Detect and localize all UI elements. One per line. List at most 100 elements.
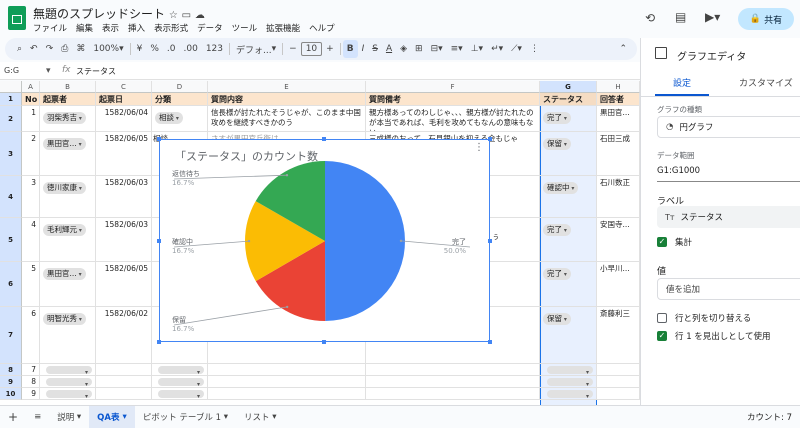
empty-dropdown-chip[interactable]	[547, 366, 593, 374]
cell-date[interactable]: 1582/06/02	[96, 307, 152, 364]
cell-notes[interactable]	[366, 376, 540, 388]
more-tools-icon[interactable]: ⋮	[526, 40, 543, 58]
cell-no[interactable]: 1	[22, 106, 40, 132]
column-header-a[interactable]: A	[22, 81, 40, 93]
header-cell-notes[interactable]: 質問備考	[366, 93, 540, 106]
font-size-increase[interactable]: +	[322, 40, 338, 58]
cell-submitter[interactable]: 毛利輝元	[40, 218, 96, 262]
header-cell-category[interactable]: 分類	[152, 93, 208, 106]
dropdown-chip[interactable]: 徳川家康	[43, 182, 86, 194]
text-rotate-icon[interactable]: ⟋▾	[507, 40, 526, 58]
switch-rows-columns-row[interactable]: 行と列を切り替える	[657, 312, 751, 324]
star-icon[interactable]: ☆	[169, 10, 178, 21]
cell-date[interactable]	[96, 364, 152, 376]
cell-notes[interactable]	[366, 364, 540, 376]
status-chip[interactable]: 完了	[543, 224, 571, 236]
cell-answerer[interactable]: 石川数正	[597, 176, 640, 218]
comment-icon[interactable]: ▤	[675, 10, 686, 24]
fill-color-icon[interactable]: ◈	[396, 40, 411, 58]
cell-status[interactable]: 保留	[540, 132, 597, 176]
menu-help[interactable]: ヘルプ	[309, 22, 335, 34]
text-color-button[interactable]: A	[382, 40, 396, 58]
cell-date[interactable]	[96, 376, 152, 388]
cell-status[interactable]	[540, 364, 597, 376]
increase-decimal-button[interactable]: .00	[180, 40, 202, 58]
data-range-input[interactable]: G1:G1000	[657, 166, 700, 176]
header-cell-answerer[interactable]: 回答者	[597, 93, 640, 106]
switch-rows-columns-checkbox[interactable]	[657, 313, 667, 323]
cell-date[interactable]: 1582/06/04	[96, 106, 152, 132]
cell-answerer[interactable]: 小早川...	[597, 262, 640, 307]
row-header[interactable]: 8	[0, 364, 22, 376]
dropdown-chip[interactable]: 黒田官...	[43, 138, 86, 150]
column-header-d[interactable]: D	[152, 81, 208, 93]
sheet-tab[interactable]: 説明 ▾	[49, 406, 89, 428]
print-icon[interactable]: ⎙	[57, 40, 72, 58]
tab-customize[interactable]: カスタマイズ	[739, 76, 793, 89]
cell-no[interactable]: 4	[22, 218, 40, 262]
cell-notes[interactable]: 親方様あってのわしじゃ、、、親方様が討たれたのが本当であれば、毛利を攻めてもなん…	[366, 106, 540, 132]
use-row1-header-row[interactable]: ✓ 行 1 を見出しとして使用	[657, 330, 771, 342]
font-size-input[interactable]: 10	[300, 42, 323, 56]
cell-no[interactable]: 2	[22, 132, 40, 176]
cell-status[interactable]: 完了	[540, 262, 597, 307]
cell-date[interactable]	[96, 388, 152, 400]
undo-icon[interactable]: ↶	[26, 40, 42, 58]
sheet-tab-active[interactable]: QA表 ▾	[89, 405, 135, 428]
header-cell-date[interactable]: 起票日	[96, 93, 152, 106]
cell-answerer[interactable]: 石田三成	[597, 132, 640, 176]
document-title[interactable]: 無題のスプレッドシート ☆ ▭ ☁	[33, 5, 205, 22]
name-box[interactable]: G:G	[4, 66, 19, 75]
row-header[interactable]: 1	[0, 93, 22, 106]
row-header[interactable]: 5	[0, 218, 22, 262]
cell-status[interactable]: 確認中	[540, 176, 597, 218]
zoom-select[interactable]: 100% ▾	[89, 40, 127, 58]
resize-handle[interactable]	[488, 239, 492, 243]
cell-category[interactable]	[152, 376, 208, 388]
empty-dropdown-chip[interactable]	[158, 378, 204, 386]
percent-button[interactable]: %	[146, 40, 163, 58]
collapse-toolbar-icon[interactable]: ⌃	[615, 40, 631, 58]
cell-date[interactable]: 1582/06/03	[96, 218, 152, 262]
header-cell-question[interactable]: 質問内容	[208, 93, 366, 106]
cell-question[interactable]	[208, 364, 366, 376]
resize-handle[interactable]	[488, 137, 492, 141]
pie-chart[interactable]: 「ステータス」のカウント数 ⋮ 完了 50.0% 保留 16.7% 確認中 16.7% 返信…	[159, 139, 490, 342]
italic-button[interactable]: I	[358, 40, 369, 58]
use-row1-header-checkbox[interactable]: ✓	[657, 331, 667, 341]
sheet-tab[interactable]: リスト ▾	[236, 406, 284, 428]
empty-dropdown-chip[interactable]	[46, 366, 92, 374]
cell-no[interactable]: 8	[22, 376, 40, 388]
sheets-logo-icon[interactable]	[8, 6, 26, 30]
paint-format-icon[interactable]: ⌘	[72, 40, 89, 58]
cell-notes[interactable]	[366, 388, 540, 400]
history-icon[interactable]: ⟲	[645, 11, 655, 25]
empty-dropdown-chip[interactable]	[158, 366, 204, 374]
cell-date[interactable]: 1582/06/05	[96, 132, 152, 176]
column-header-g[interactable]: G	[540, 81, 597, 93]
empty-dropdown-chip[interactable]	[46, 390, 92, 398]
cell-question[interactable]: 信長様が討たれたそうじゃが、このまま中国攻めを継続すべきかのう	[208, 106, 366, 132]
row-header[interactable]: 7	[0, 307, 22, 364]
menu-extensions[interactable]: 拡張機能	[266, 22, 300, 34]
column-header-h[interactable]: H	[597, 81, 640, 93]
resize-handle[interactable]	[322, 340, 326, 344]
cell-submitter[interactable]: 羽柴秀吉	[40, 106, 96, 132]
resize-handle[interactable]	[157, 239, 161, 243]
cell-status[interactable]	[540, 388, 597, 400]
dropdown-chip[interactable]: 羽柴秀吉	[43, 112, 86, 124]
row-header[interactable]: 10	[0, 388, 22, 400]
cell-date[interactable]: 1582/06/03	[96, 176, 152, 218]
add-sheet-icon[interactable]: +	[0, 406, 26, 428]
resize-handle[interactable]	[157, 340, 161, 344]
share-button[interactable]: 🔒 共有	[738, 8, 794, 30]
currency-button[interactable]: ¥	[133, 40, 147, 58]
resize-handle[interactable]	[488, 340, 492, 344]
cell-answerer[interactable]	[597, 376, 640, 388]
cell-no[interactable]: 5	[22, 262, 40, 307]
header-cell-submitter[interactable]: 起票者	[40, 93, 96, 106]
row-header[interactable]: 6	[0, 262, 22, 307]
header-cell-status[interactable]: ステータス	[540, 93, 597, 106]
empty-dropdown-chip[interactable]	[158, 390, 204, 398]
menu-format[interactable]: 表示形式	[154, 22, 188, 34]
